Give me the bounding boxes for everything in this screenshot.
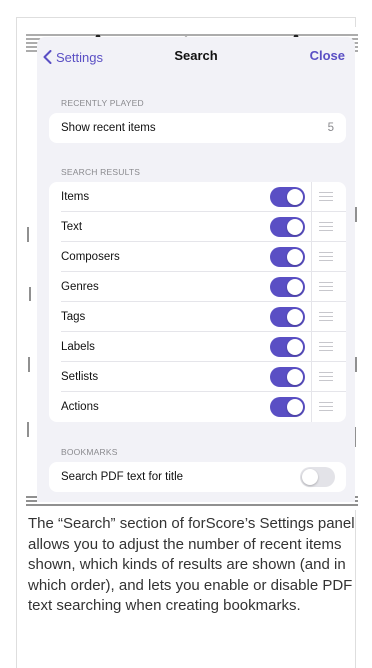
labels-toggle[interactable] (270, 337, 305, 357)
toggle-knob (287, 309, 303, 325)
bookmarks-group: Search PDF text for title (49, 462, 346, 492)
search-result-row-genres: Genres (49, 272, 346, 302)
row-label: Search PDF text for title (61, 471, 184, 483)
row-label: Show recent items (61, 122, 156, 134)
section-header-bookmarks: BOOKMARKS (61, 447, 118, 457)
search-result-row-labels: Labels (49, 332, 346, 362)
text-toggle[interactable] (270, 217, 305, 237)
row-label: Items (61, 191, 90, 203)
reorder-handle-icon[interactable] (319, 192, 333, 201)
toggle-knob (287, 219, 303, 235)
reorder-handle-icon[interactable] (319, 372, 333, 381)
row-label: Setlists (61, 371, 99, 383)
genres-toggle[interactable] (270, 277, 305, 297)
page-title: Search (174, 48, 218, 63)
screenshot-frame: Settings Search Close RECENTLY PLAYED Sh… (0, 0, 372, 668)
section-header-recently-played: RECENTLY PLAYED (61, 98, 144, 108)
reorder-handle-icon[interactable] (319, 312, 333, 321)
show-recent-items-row[interactable]: Show recent items 5 (49, 113, 346, 143)
row-label: Genres (61, 281, 99, 293)
close-button[interactable]: Close (310, 48, 345, 63)
toggle-knob (302, 469, 318, 485)
actions-toggle[interactable] (270, 397, 305, 417)
items-toggle[interactable] (270, 187, 305, 207)
recently-played-group: Show recent items 5 (49, 113, 346, 143)
composers-toggle[interactable] (270, 247, 305, 267)
toggle-knob (287, 339, 303, 355)
search-pdf-text-toggle[interactable] (300, 467, 335, 487)
row-label: Text (61, 221, 83, 233)
search-result-row-tags: Tags (49, 302, 346, 332)
row-label: Labels (61, 341, 95, 353)
settings-panel: Settings Search Close RECENTLY PLAYED Sh… (37, 37, 355, 502)
toggle-knob (287, 189, 303, 205)
row-value: 5 (327, 122, 334, 134)
toggle-knob (287, 279, 303, 295)
search-result-row-composers: Composers (49, 242, 346, 272)
reorder-handle-icon[interactable] (319, 402, 333, 411)
reorder-handle-icon[interactable] (319, 222, 333, 231)
search-result-row-text: Text (49, 212, 346, 242)
search-results-group: Items Text Composers Genres Tags Labels Setlis… (49, 182, 346, 422)
navigation-bar: Settings Search Close (37, 37, 355, 77)
setlists-toggle[interactable] (270, 367, 305, 387)
search-result-row-setlists: Setlists (49, 362, 346, 392)
row-label: Actions (61, 401, 99, 413)
section-header-search-results: SEARCH RESULTS (61, 167, 141, 177)
search-result-row-items: Items (49, 182, 346, 212)
reorder-handle-icon[interactable] (319, 342, 333, 351)
tags-toggle[interactable] (270, 307, 305, 327)
reorder-handle-icon[interactable] (319, 252, 333, 261)
search-pdf-text-row: Search PDF text for title (49, 462, 346, 492)
toggle-knob (287, 369, 303, 385)
toggle-knob (287, 249, 303, 265)
row-label: Tags (61, 311, 86, 323)
reorder-handle-icon[interactable] (319, 282, 333, 291)
search-result-row-actions: Actions (49, 392, 346, 422)
row-label: Composers (61, 251, 120, 263)
toggle-knob (287, 399, 303, 415)
caption-text: The “Search” section of forScore’s Setti… (28, 515, 355, 614)
